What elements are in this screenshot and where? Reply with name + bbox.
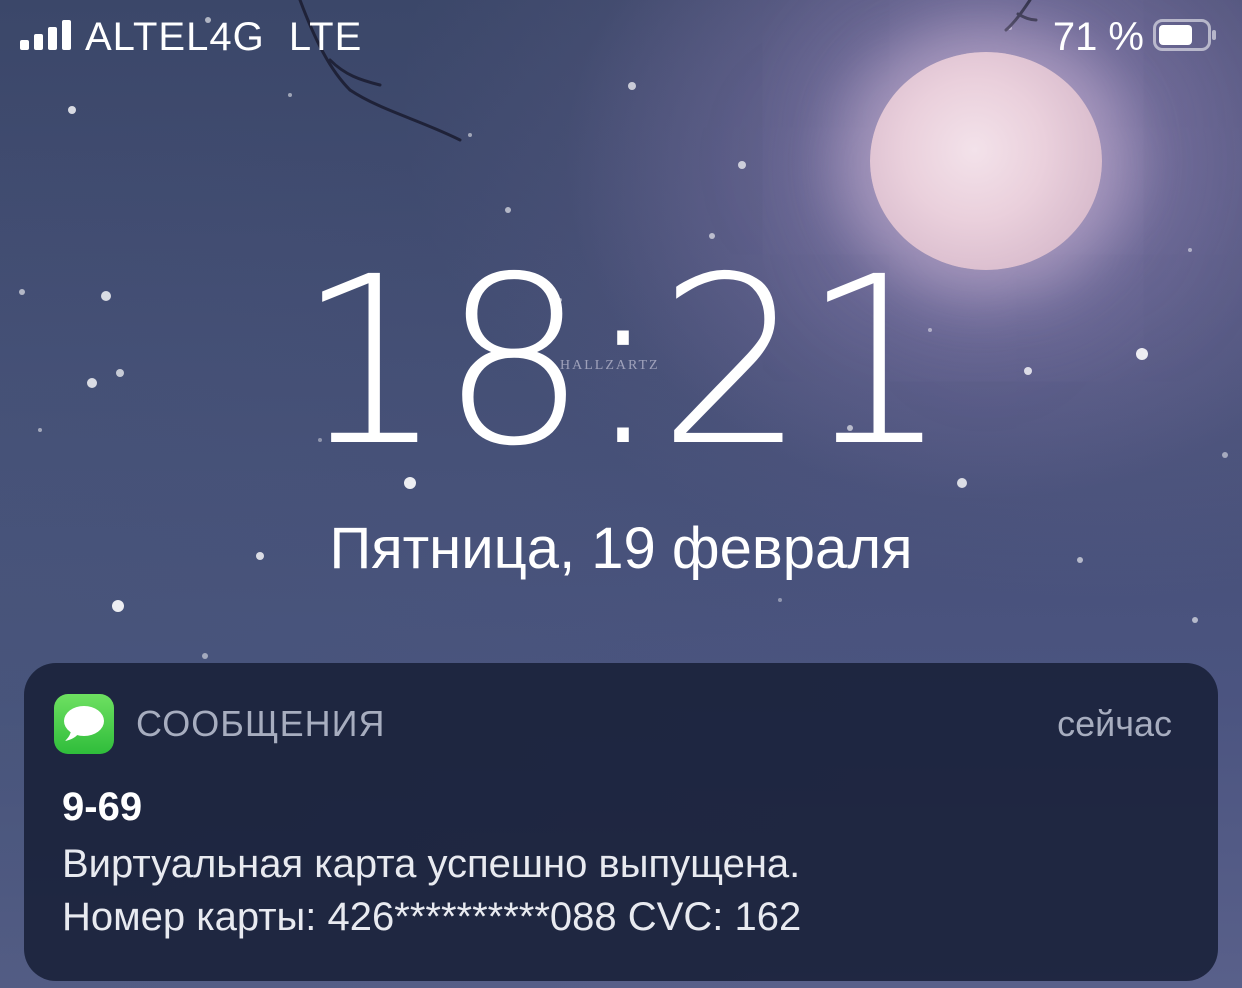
messages-icon (54, 694, 114, 754)
status-bar: ALTEL4G LTE 71 % (0, 0, 1242, 80)
battery-icon (1153, 19, 1216, 51)
notification-body-line-1: Виртуальная карта успешно выпущена. (62, 842, 801, 886)
carrier-label: ALTEL4G LTE (85, 15, 363, 59)
wallpaper-watermark: HALLZARTZ (560, 358, 660, 373)
lock-screen-date: Пятница, 19 февраля (329, 516, 913, 581)
notification-sender: 9-69 (62, 785, 143, 829)
message-notification[interactable]: СООБЩЕНИЯ сейчас 9-69 Виртуальная карта … (24, 663, 1218, 981)
notification-body-line-2: Номер карты: 426**********088 CVC: 162 (62, 895, 802, 939)
battery-percent: 71 % (1052, 15, 1144, 59)
cellular-signal-icon (20, 20, 71, 50)
notification-time: сейчас (1057, 703, 1172, 744)
notification-app-name: СООБЩЕНИЯ (136, 703, 386, 744)
